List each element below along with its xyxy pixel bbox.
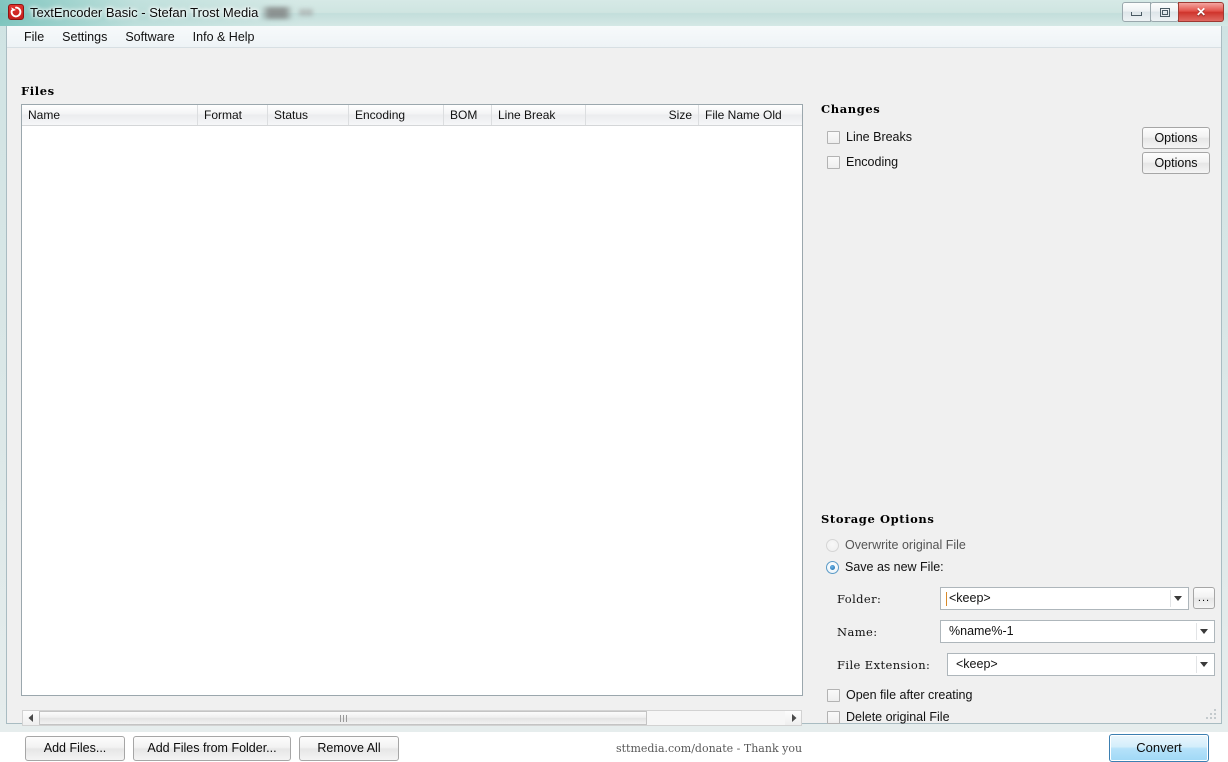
application-window: TextEncoder Basic - Stefan Trost Media ✕…: [0, 0, 1228, 732]
changes-group-title: Changes: [821, 102, 880, 116]
convert-button[interactable]: Convert: [1109, 734, 1209, 762]
window-frame: TextEncoder Basic - Stefan Trost Media ✕…: [0, 0, 1228, 732]
scrollbar-track[interactable]: [39, 711, 785, 725]
radio-overwrite-original-file-label: Overwrite original File: [845, 538, 966, 552]
files-list-body[interactable]: [22, 126, 802, 695]
radio-overwrite-original-file[interactable]: Overwrite original File: [826, 538, 966, 552]
convert-arrows-icon: [8, 4, 24, 20]
name-value: %name%-1: [949, 621, 1014, 642]
close-icon: ✕: [1196, 6, 1206, 18]
files-group-title: Files: [21, 84, 55, 98]
checkbox-open-file-after-creating-box[interactable]: [827, 689, 840, 702]
file-extension-field-label: File Extension:: [837, 658, 930, 672]
chevron-down-icon[interactable]: [1174, 596, 1182, 601]
checkbox-line-breaks[interactable]: Line Breaks: [827, 130, 912, 144]
column-header-name[interactable]: Name: [22, 105, 198, 125]
menu-item-info-help[interactable]: Info & Help: [184, 28, 264, 46]
checkbox-open-file-after-creating[interactable]: Open file after creating: [827, 688, 972, 702]
client-area: File Settings Software Info & Help Files…: [6, 26, 1222, 724]
minimize-button[interactable]: [1122, 2, 1151, 22]
column-header-bom[interactable]: BOM: [444, 105, 492, 125]
folder-text-cursor: [946, 592, 947, 606]
files-list-header: Name Format Status Encoding BOM Line Bre…: [22, 105, 802, 126]
name-combobox[interactable]: %name%-1: [940, 620, 1215, 643]
files-list-horizontal-scrollbar[interactable]: [22, 710, 802, 726]
maximize-button[interactable]: [1150, 2, 1179, 22]
file-extension-value: <keep>: [956, 654, 998, 675]
radio-overwrite-original-file-dot[interactable]: [826, 539, 839, 552]
menu-bar: File Settings Software Info & Help: [7, 26, 1221, 48]
chevron-down-icon[interactable]: [1200, 662, 1208, 667]
checkbox-line-breaks-box[interactable]: [827, 131, 840, 144]
checkbox-delete-original-file-label: Delete original File: [846, 710, 950, 724]
folder-value: <keep>: [949, 588, 991, 609]
add-files-button[interactable]: Add Files...: [25, 736, 125, 761]
main-content: Files Name Format Status Encoding BOM Li…: [7, 48, 1221, 723]
column-header-size[interactable]: Size: [586, 105, 699, 125]
checkbox-line-breaks-label: Line Breaks: [846, 130, 912, 144]
checkbox-encoding-box[interactable]: [827, 156, 840, 169]
files-list[interactable]: Name Format Status Encoding BOM Line Bre…: [21, 104, 803, 696]
column-header-format[interactable]: Format: [198, 105, 268, 125]
line-breaks-options-button[interactable]: Options: [1142, 127, 1210, 149]
checkbox-delete-original-file-box[interactable]: [827, 711, 840, 724]
scroll-left-arrow-icon[interactable]: [23, 711, 39, 725]
scroll-right-arrow-icon[interactable]: [785, 711, 801, 725]
window-controls: ✕: [1123, 2, 1224, 23]
file-extension-combobox[interactable]: <keep>: [947, 653, 1215, 676]
encoding-options-button[interactable]: Options: [1142, 152, 1210, 174]
radio-save-as-new-file-dot[interactable]: [826, 561, 839, 574]
chevron-down-icon[interactable]: [1200, 629, 1208, 634]
folder-browse-button[interactable]: ...: [1193, 587, 1215, 609]
column-header-line-break[interactable]: Line Break: [492, 105, 586, 125]
title-redacted-text-2: [299, 9, 313, 16]
menu-item-settings[interactable]: Settings: [53, 28, 116, 46]
title-redacted-text: [261, 7, 293, 19]
donate-text: sttmedia.com/donate - Thank you: [609, 741, 809, 757]
column-header-status[interactable]: Status: [268, 105, 349, 125]
maximize-icon: [1160, 8, 1170, 17]
resize-grip-icon[interactable]: [1205, 708, 1217, 720]
window-title: TextEncoder Basic - Stefan Trost Media: [30, 4, 258, 22]
radio-save-as-new-file-label: Save as new File:: [845, 560, 944, 574]
column-header-file-name-old[interactable]: File Name Old: [699, 105, 802, 125]
column-header-encoding[interactable]: Encoding: [349, 105, 444, 125]
close-button[interactable]: ✕: [1178, 2, 1224, 22]
checkbox-open-file-after-creating-label: Open file after creating: [846, 688, 972, 702]
radio-save-as-new-file[interactable]: Save as new File:: [826, 560, 944, 574]
checkbox-encoding-label: Encoding: [846, 155, 898, 169]
remove-all-button[interactable]: Remove All: [299, 736, 399, 761]
menu-item-software[interactable]: Software: [116, 28, 183, 46]
minimize-icon: [1131, 12, 1142, 16]
folder-combobox[interactable]: <keep>: [940, 587, 1189, 610]
scrollbar-grip-icon: [340, 715, 347, 722]
name-field-label: Name:: [837, 625, 878, 639]
folder-field-label: Folder:: [837, 592, 881, 606]
checkbox-delete-original-file[interactable]: Delete original File: [827, 710, 950, 724]
title-bar[interactable]: TextEncoder Basic - Stefan Trost Media ✕: [0, 0, 1228, 26]
menu-item-file[interactable]: File: [15, 28, 53, 46]
storage-options-group-title: Storage Options: [821, 512, 934, 526]
scrollbar-thumb[interactable]: [39, 711, 647, 725]
checkbox-encoding[interactable]: Encoding: [827, 155, 898, 169]
add-files-from-folder-button[interactable]: Add Files from Folder...: [133, 736, 291, 761]
